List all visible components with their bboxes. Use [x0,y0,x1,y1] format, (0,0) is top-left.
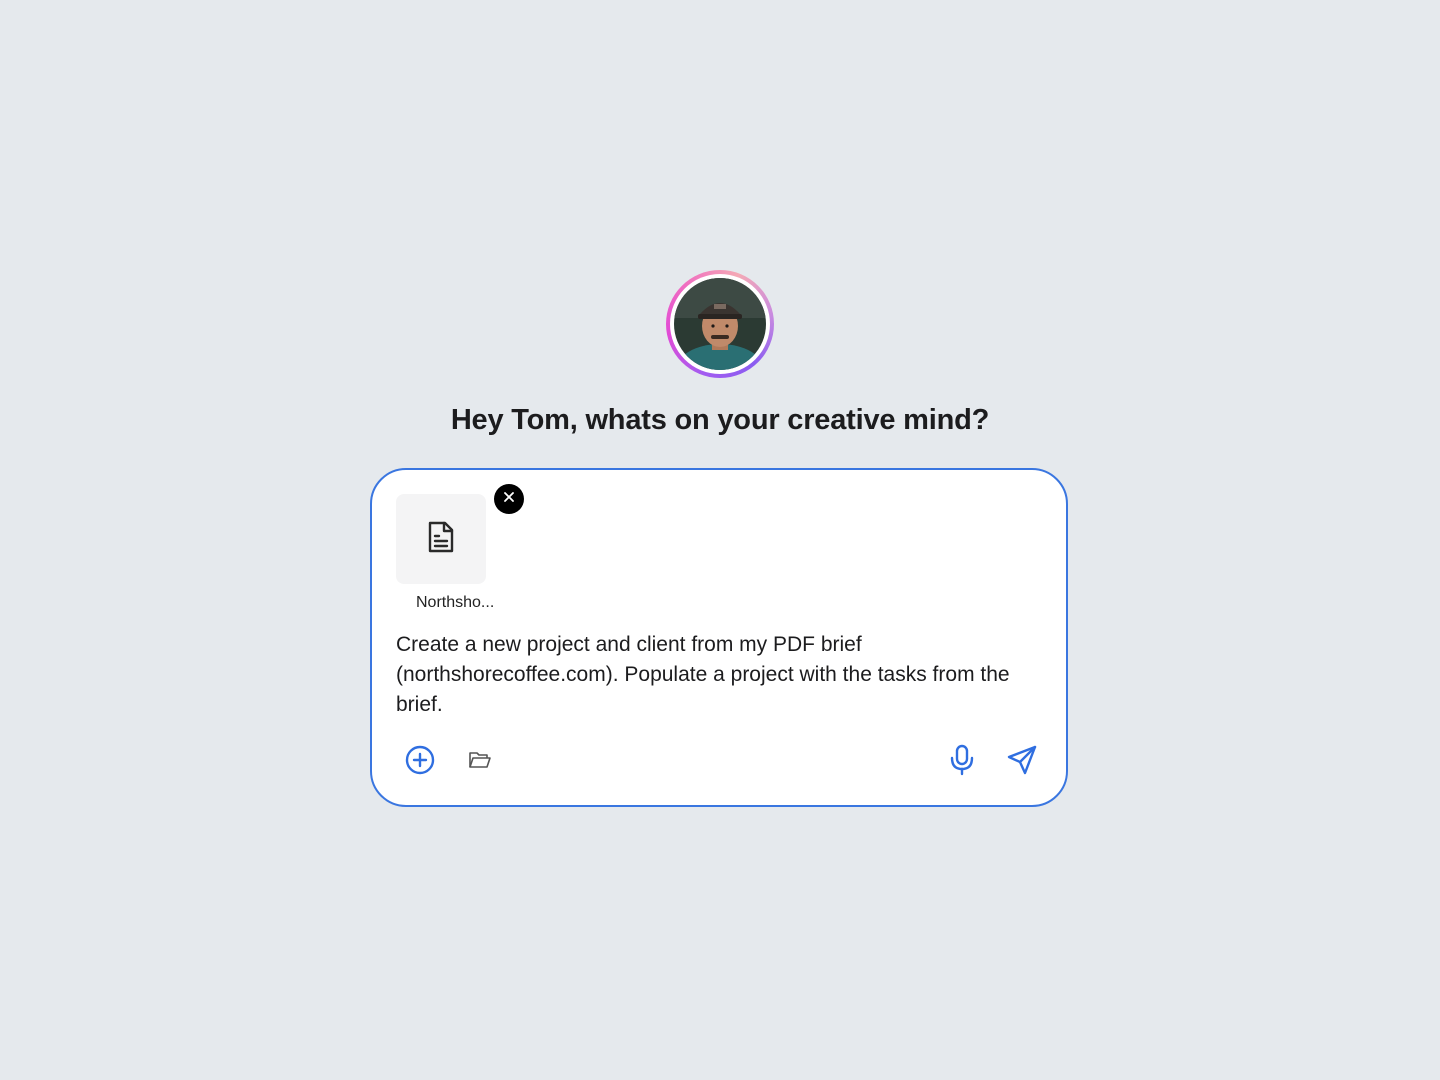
attachment-name: Northsho... [416,594,495,611]
document-icon [426,520,456,559]
prompt-input[interactable]: Create a new project and client from my … [396,630,1056,720]
send-button[interactable] [1002,742,1042,782]
microphone-icon [949,744,975,781]
avatar-photo [674,278,766,370]
open-folder-button[interactable] [460,742,500,782]
add-button[interactable] [400,742,440,782]
app-stage: Hey Tom, whats on your creative mind? No… [0,0,1440,1080]
prompt-composer[interactable]: Northsho... Create a new project and cli… [370,468,1068,807]
microphone-button[interactable] [942,742,982,782]
send-icon [1006,744,1038,781]
folder-open-icon [468,750,492,775]
attachment-card[interactable]: Northsho... [396,494,494,612]
avatar [666,270,774,378]
page-title: Hey Tom, whats on your creative mind? [450,404,990,436]
remove-attachment-button[interactable] [494,484,524,514]
close-icon [503,490,515,508]
attachment-thumbnail [396,494,486,584]
plus-circle-icon [405,745,435,780]
